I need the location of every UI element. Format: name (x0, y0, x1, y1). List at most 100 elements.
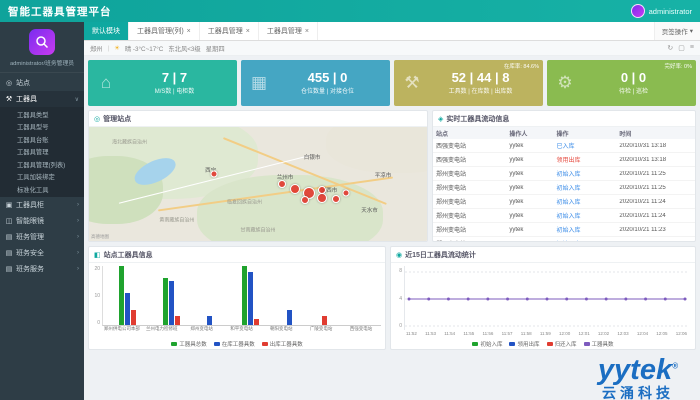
close-icon[interactable]: × (187, 28, 191, 35)
map-marker[interactable] (318, 186, 326, 194)
legend-item[interactable]: 领用出库 (509, 340, 539, 348)
close-icon[interactable]: × (246, 28, 250, 35)
tab[interactable]: 工器具管理× (200, 22, 259, 40)
category-label: 西强变电站 (343, 326, 379, 339)
legend-item[interactable]: 工器具总数 (171, 340, 207, 348)
bar[interactable] (125, 293, 130, 325)
cell-site: 郑州变电站 (433, 197, 506, 206)
bar[interactable] (322, 316, 327, 325)
table-row[interactable]: 郑州变电站yytek初始入库2020/10/21 11:24 (433, 209, 695, 223)
panel-header: ◧ 站点工器具信息 (89, 247, 385, 263)
sidebar-subitem[interactable]: 工器具台账 (0, 133, 84, 146)
sidebar-item[interactable]: ⚒工器具∨ (0, 91, 84, 107)
menu-icon[interactable]: ≡ (690, 44, 694, 52)
refresh-icon[interactable]: ↻ (667, 44, 673, 52)
bar[interactable] (287, 310, 292, 325)
bar[interactable] (254, 319, 259, 325)
table-row[interactable]: 西强变电站yytek领用出库2020/10/31 13:18 (433, 153, 695, 167)
header-user-menu[interactable]: administrator (631, 4, 692, 18)
map-marker[interactable] (342, 190, 349, 197)
stat-card[interactable]: ⌂ 7 | 7 M/S数 | 电柜数 (88, 60, 237, 106)
map-place-label: 白银市 (304, 153, 321, 161)
stat-card[interactable]: 完好率: 0% ⚙ 0 | 0 待检 | 巡检 (547, 60, 696, 106)
card-labels: M/S数 | 电柜数 (118, 86, 231, 95)
chevron-icon: › (77, 218, 79, 224)
bar-categories: 郑州供电公司本部兰州电力检修班郑州变电站和平变电站朝阳变电站广陵变电站西强变电站 (102, 326, 381, 339)
map-marker[interactable] (278, 180, 286, 188)
profile-block: administrator/班务管理员 (0, 22, 84, 73)
tab-actions-button[interactable]: 页签操作 ▾ (654, 22, 700, 40)
table-row[interactable]: 郑州变电站yytek初始入库2020/10/21 11:23 (433, 223, 695, 237)
sidebar-subitem[interactable]: 工器具管理 (0, 146, 84, 159)
sidebar-subitem[interactable]: 工器具类型 (0, 108, 84, 121)
legend-item[interactable]: 初始入库 (472, 340, 502, 348)
sidebar: administrator/班务管理员 ◎站点⚒工器具∨工器具类型工器具型号工器… (0, 22, 84, 400)
legend-swatch (472, 342, 478, 346)
bar[interactable] (131, 310, 136, 325)
bar[interactable] (119, 266, 124, 325)
x-tick-label: 11:56 (483, 331, 494, 339)
panel-header: ◎ 管理站点 (89, 111, 427, 127)
bar[interactable] (163, 278, 168, 325)
table-row[interactable]: 郑州变电站yytek初始入库2020/10/21 11:24 (433, 195, 695, 209)
table-row[interactable]: 郑州变电站yytek初始入库2020/10/21 11:23 (433, 237, 695, 241)
map-marker[interactable] (332, 195, 340, 203)
map-marker[interactable] (211, 170, 218, 177)
bar-group (242, 266, 259, 325)
x-tick-label: 12:06 (676, 331, 687, 339)
stat-card[interactable]: ▦ 455 | 0 仓位数量 | 对接仓位 (241, 60, 390, 106)
legend-label: 工器具总数 (179, 340, 207, 348)
legend-item[interactable]: 工器具数 (584, 340, 614, 348)
legend-item[interactable]: 归还入库 (547, 340, 577, 348)
table-row[interactable]: 郑州变电站yytek初始入库2020/10/21 11:25 (433, 167, 695, 181)
line-plot-wrap: 11:5211:5311:5411:5511:5611:5711:5811:59… (404, 266, 689, 339)
sidebar-subitem[interactable]: 工器具管理(列表) (0, 158, 84, 171)
sidebar-submenu: 工器具类型工器具型号工器具台账工器具管理工器具管理(列表)工具加装绑定标准化工具 (0, 107, 84, 197)
sidebar-item[interactable]: ▤班务安全› (0, 245, 84, 261)
table-row[interactable]: 郑州变电站yytek初始入库2020/10/21 11:25 (433, 181, 695, 195)
sidebar-subitem[interactable]: 标准化工具 (0, 183, 84, 196)
map-marker[interactable] (301, 196, 309, 204)
bar[interactable] (169, 281, 174, 325)
x-tick-label: 12:05 (656, 331, 667, 339)
bar[interactable] (248, 272, 253, 325)
tab[interactable]: 默认模块 (84, 22, 129, 40)
chevron-icon: › (77, 202, 79, 208)
panel-title: 实时工器具流动信息 (446, 114, 509, 124)
sidebar-item[interactable]: ▤班务管理› (0, 229, 84, 245)
profile-avatar[interactable] (29, 29, 55, 55)
map-place-label: 天水市 (361, 206, 378, 214)
app-title: 智能工器具管理平台 (8, 4, 112, 19)
sidebar-subitem[interactable]: 工具加装绑定 (0, 171, 84, 184)
map-marker[interactable] (317, 193, 327, 203)
cell-operator: yytek (506, 227, 553, 233)
map-canvas[interactable]: 高德地图 海北藏族自治州西宁白银市兰州市临夏回族自治州定西市平凉市天水市黄南藏族… (89, 127, 427, 241)
legend-item[interactable]: 在库工器具数 (214, 340, 255, 348)
folder-icon: ▤ (5, 265, 13, 273)
sidebar-item[interactable]: ▣工器具柜› (0, 197, 84, 213)
legend-item[interactable]: 出库工器具数 (262, 340, 303, 348)
bar[interactable] (175, 316, 180, 325)
x-tick-label: 11:53 (425, 331, 436, 339)
close-icon[interactable]: × (305, 28, 309, 35)
sidebar-item-label: 工器具 (16, 94, 72, 104)
sidebar-item[interactable]: ◫智能眼镜› (0, 213, 84, 229)
magnifier-icon (35, 35, 49, 49)
glasses-icon: ◫ (5, 217, 13, 225)
weekday-text: 星期四 (206, 44, 225, 53)
x-tick-label: 11:57 (502, 331, 513, 339)
brand-text: yytek (598, 354, 672, 386)
sidebar-item[interactable]: ▤班务服务› (0, 261, 84, 277)
sidebar-subitem[interactable]: 工器具型号 (0, 121, 84, 134)
bank-icon: ⌂ (94, 73, 118, 93)
map-marker[interactable] (290, 184, 300, 194)
sidebar-item[interactable]: ◎站点 (0, 75, 84, 91)
tab[interactable]: 工器具管理(列)× (129, 22, 200, 40)
tab[interactable]: 工器具管理× (259, 22, 318, 40)
bar[interactable] (242, 266, 247, 325)
table-row[interactable]: 西强变电站yytek已入库2020/10/31 13:18 (433, 139, 695, 153)
fullscreen-icon[interactable]: ▢ (678, 44, 685, 52)
stat-card[interactable]: 在库率: 84.6% ⚒ 52 | 44 | 8 工具数 | 在库数 | 出库数 (394, 60, 543, 106)
bar[interactable] (207, 316, 212, 325)
middle-row: ◎ 管理站点 高德地图 海北藏族自治州西宁白银市兰州市临夏回族自治州定西市平凉市… (88, 110, 696, 242)
